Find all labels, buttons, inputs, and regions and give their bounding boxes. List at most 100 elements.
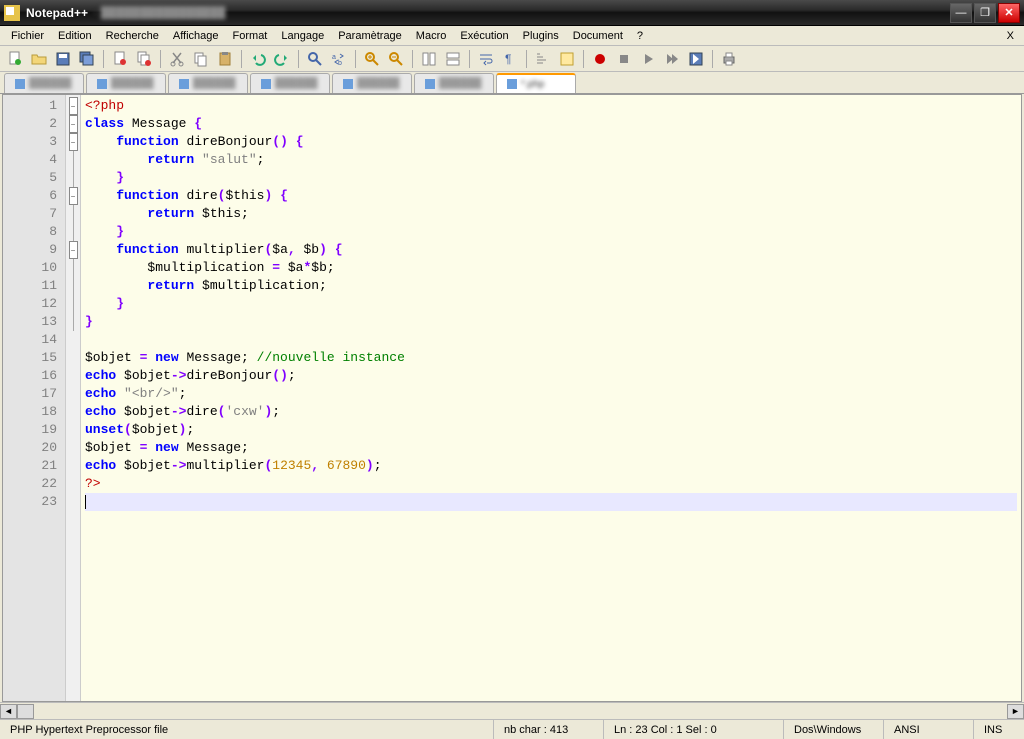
replace-button[interactable]: ab xyxy=(328,48,350,70)
scroll-right-button[interactable]: ► xyxy=(1007,704,1024,719)
save-button[interactable] xyxy=(52,48,74,70)
code-line[interactable]: } xyxy=(85,313,1017,331)
code-line[interactable]: class Message { xyxy=(85,115,1017,133)
stop-macro-button[interactable] xyxy=(613,48,635,70)
code-line[interactable] xyxy=(85,493,1017,511)
tab-inactive[interactable]: ██████ xyxy=(414,73,494,93)
maximize-button[interactable]: ❐ xyxy=(974,3,996,23)
redo-button[interactable] xyxy=(271,48,293,70)
status-encoding: ANSI xyxy=(884,720,974,739)
status-charcount: nb char : 413 xyxy=(494,720,604,739)
close-file-button[interactable] xyxy=(109,48,131,70)
wordwrap-button[interactable] xyxy=(475,48,497,70)
tab-inactive[interactable]: ██████ xyxy=(250,73,330,93)
file-icon xyxy=(507,79,517,89)
code-line[interactable]: return $multiplication; xyxy=(85,277,1017,295)
toolbar-separator xyxy=(583,50,584,68)
fold-toggle[interactable]: − xyxy=(69,97,78,115)
scroll-left-button[interactable]: ◄ xyxy=(0,704,17,719)
menu-document[interactable]: Document xyxy=(566,28,630,44)
code-line[interactable]: unset($objet); xyxy=(85,421,1017,439)
code-line[interactable]: return "salut"; xyxy=(85,151,1017,169)
menu-affichage[interactable]: Affichage xyxy=(166,28,226,44)
zoom-in-button[interactable] xyxy=(361,48,383,70)
code-line[interactable]: echo $objet->dire('cxw'); xyxy=(85,403,1017,421)
cut-button[interactable] xyxy=(166,48,188,70)
find-button[interactable] xyxy=(304,48,326,70)
svg-text:¶: ¶ xyxy=(505,52,511,66)
open-file-button[interactable] xyxy=(28,48,50,70)
status-filetype: PHP Hypertext Preprocessor file xyxy=(0,720,494,739)
code-line[interactable]: $multiplication = $a*$b; xyxy=(85,259,1017,277)
tab-inactive[interactable]: ██████ xyxy=(168,73,248,93)
menu-exécution[interactable]: Exécution xyxy=(453,28,515,44)
close-all-button[interactable] xyxy=(133,48,155,70)
minimize-button[interactable]: — xyxy=(950,3,972,23)
copy-button[interactable] xyxy=(190,48,212,70)
show-all-chars-button[interactable]: ¶ xyxy=(499,48,521,70)
tab-close-button[interactable]: X xyxy=(1001,30,1020,42)
code-line[interactable]: $objet = new Message; xyxy=(85,439,1017,457)
user-lang-button[interactable] xyxy=(556,48,578,70)
zoom-out-button[interactable] xyxy=(385,48,407,70)
menu-edition[interactable]: Edition xyxy=(51,28,99,44)
fold-toggle[interactable]: − xyxy=(69,241,78,259)
code-line[interactable]: function direBonjour() { xyxy=(85,133,1017,151)
fold-toggle[interactable]: − xyxy=(69,133,78,151)
code-line[interactable]: function multiplier($a, $b) { xyxy=(85,241,1017,259)
save-all-button[interactable] xyxy=(76,48,98,70)
indent-guide-button[interactable] xyxy=(532,48,554,70)
print-button[interactable] xyxy=(718,48,740,70)
code-line[interactable]: ?> xyxy=(85,475,1017,493)
tab-inactive[interactable]: ██████ xyxy=(86,73,166,93)
save-macro-button[interactable] xyxy=(685,48,707,70)
tab-inactive[interactable]: ██████ xyxy=(4,73,84,93)
statusbar: PHP Hypertext Preprocessor file nb char … xyxy=(0,719,1024,739)
fold-toggle[interactable]: − xyxy=(69,115,78,133)
menu-plugins[interactable]: Plugins xyxy=(516,28,566,44)
play-macro-button[interactable] xyxy=(637,48,659,70)
code-line[interactable]: } xyxy=(85,295,1017,313)
undo-button[interactable] xyxy=(247,48,269,70)
close-button[interactable]: ✕ xyxy=(998,3,1020,23)
code-line[interactable]: return $this; xyxy=(85,205,1017,223)
record-macro-button[interactable] xyxy=(589,48,611,70)
file-icon xyxy=(343,79,353,89)
menubar: FichierEditionRechercheAffichageFormatLa… xyxy=(0,26,1024,46)
code-line[interactable]: function dire($this) { xyxy=(85,187,1017,205)
fold-toggle[interactable]: − xyxy=(69,187,78,205)
menu-?[interactable]: ? xyxy=(630,28,650,44)
file-icon xyxy=(15,79,25,89)
new-file-button[interactable] xyxy=(4,48,26,70)
code-line[interactable]: <?php xyxy=(85,97,1017,115)
code-line[interactable]: } xyxy=(85,223,1017,241)
fold-column[interactable]: −−−−− xyxy=(65,95,81,701)
menu-recherche[interactable]: Recherche xyxy=(99,28,166,44)
menu-macro[interactable]: Macro xyxy=(409,28,454,44)
toolbar-separator xyxy=(355,50,356,68)
code-line[interactable]: $objet = new Message; //nouvelle instanc… xyxy=(85,349,1017,367)
code-line[interactable]: echo $objet->direBonjour(); xyxy=(85,367,1017,385)
code-line[interactable]: } xyxy=(85,169,1017,187)
code-line[interactable] xyxy=(85,331,1017,349)
sync-h-button[interactable] xyxy=(442,48,464,70)
file-icon xyxy=(261,79,271,89)
play-multi-button[interactable] xyxy=(661,48,683,70)
code-line[interactable]: echo $objet->multiplier(12345, 67890); xyxy=(85,457,1017,475)
code-area[interactable]: <?phpclass Message { function direBonjou… xyxy=(81,95,1021,701)
menu-paramètrage[interactable]: Paramètrage xyxy=(331,28,409,44)
line-number-gutter: 1234567891011121314151617181920212223 xyxy=(3,95,65,701)
paste-button[interactable] xyxy=(214,48,236,70)
toolbar-separator xyxy=(526,50,527,68)
menu-format[interactable]: Format xyxy=(226,28,275,44)
menu-langage[interactable]: Langage xyxy=(274,28,331,44)
horizontal-scrollbar[interactable]: ◄ ► xyxy=(0,702,1024,719)
tab-active[interactable]: *.php xyxy=(496,73,576,93)
tab-inactive[interactable]: ██████ xyxy=(332,73,412,93)
code-line[interactable]: echo "<br/>"; xyxy=(85,385,1017,403)
editor[interactable]: 1234567891011121314151617181920212223 −−… xyxy=(2,94,1022,702)
menu-fichier[interactable]: Fichier xyxy=(4,28,51,44)
file-icon xyxy=(179,79,189,89)
sync-v-button[interactable] xyxy=(418,48,440,70)
scroll-thumb[interactable] xyxy=(17,704,34,719)
